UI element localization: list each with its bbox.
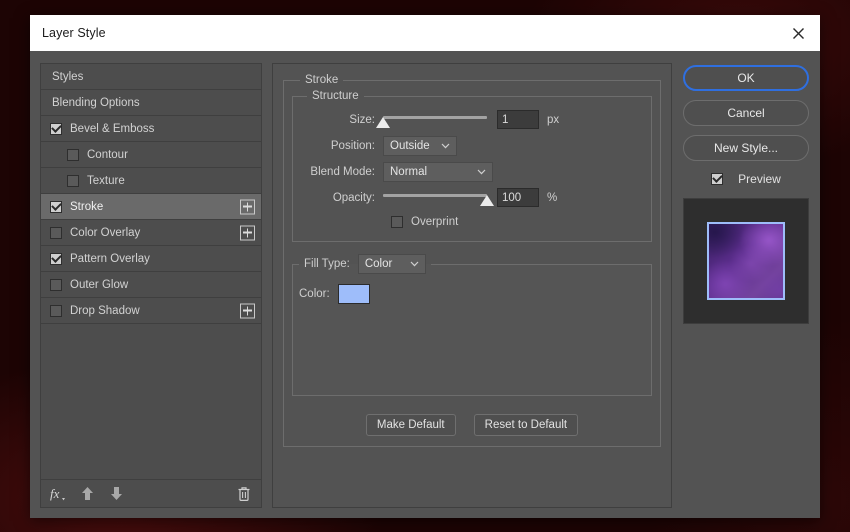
blend-mode-label: Blend Mode:: [299, 166, 383, 178]
style-row-label: Texture: [87, 175, 125, 187]
style-row-label: Bevel & Emboss: [70, 123, 154, 135]
structure-group-title: Structure: [307, 90, 364, 102]
styles-list[interactable]: Styles Blending Options Bevel & Emboss Cont…: [41, 64, 261, 479]
fill-type-dropdown[interactable]: Color: [358, 254, 426, 274]
stroke-group-title: Stroke: [300, 74, 343, 86]
preview-checkbox[interactable]: [711, 173, 723, 185]
style-row-label: Stroke: [70, 201, 103, 213]
color-label: Color:: [299, 288, 330, 300]
layer-style-dialog: Layer Style Styles Blending Options Bevel …: [30, 15, 820, 518]
style-row-pattern-overlay[interactable]: Pattern Overlay: [41, 246, 261, 272]
fill-type-value: Color: [365, 258, 392, 270]
style-checkbox[interactable]: [50, 253, 62, 265]
opacity-label: Opacity:: [299, 192, 383, 204]
cancel-button[interactable]: Cancel: [683, 100, 809, 126]
actions-panel: OK Cancel New Style... Preview: [682, 63, 810, 508]
style-checkbox[interactable]: [67, 149, 79, 161]
blend-mode-dropdown[interactable]: Normal: [383, 162, 493, 182]
overprint-label[interactable]: Overprint: [411, 216, 458, 228]
dialog-body: Styles Blending Options Bevel & Emboss Cont…: [30, 51, 820, 518]
opacity-slider[interactable]: [383, 189, 487, 207]
size-row: Size: px: [299, 108, 645, 131]
fill-type-legend: Fill Type: Color: [299, 254, 431, 274]
new-style-button[interactable]: New Style...: [683, 135, 809, 161]
opacity-slider-track: [383, 194, 487, 197]
fx-effects-icon[interactable]: fx: [49, 485, 67, 503]
make-default-button[interactable]: Make Default: [366, 414, 456, 436]
fill-type-group: Fill Type: Color: [292, 254, 652, 396]
style-row-blending-options[interactable]: Blending Options: [41, 90, 261, 116]
opacity-slider-thumb[interactable]: [480, 195, 494, 206]
add-effect-plus-icon[interactable]: [240, 199, 255, 214]
style-row-label: Styles: [52, 71, 83, 83]
svg-text:fx: fx: [50, 486, 60, 501]
style-row-label: Outer Glow: [70, 279, 128, 291]
options-panel: Stroke Structure Size: px: [272, 63, 672, 508]
style-row-stroke[interactable]: Stroke: [41, 194, 261, 220]
style-row-label: Pattern Overlay: [70, 253, 150, 265]
position-row: Position: Outside: [299, 134, 645, 157]
style-checkbox[interactable]: [50, 201, 62, 213]
dialog-title: Layer Style: [30, 26, 106, 40]
position-dropdown[interactable]: Outside: [383, 136, 457, 156]
ok-button[interactable]: OK: [683, 65, 809, 91]
style-row-color-overlay[interactable]: Color Overlay: [41, 220, 261, 246]
style-row-label: Color Overlay: [70, 227, 140, 239]
fill-type-label: Fill Type:: [304, 258, 350, 270]
style-row-label: Drop Shadow: [70, 305, 140, 317]
overprint-row: Overprint: [299, 212, 645, 232]
preview-thumbnail-art: [707, 222, 785, 300]
position-label: Position:: [299, 140, 383, 152]
style-checkbox[interactable]: [67, 175, 79, 187]
style-row-label: Contour: [87, 149, 128, 161]
blend-mode-row: Blend Mode: Normal: [299, 160, 645, 183]
size-slider[interactable]: [383, 111, 487, 129]
preview-thumbnail: [683, 198, 809, 324]
size-slider-track: [383, 116, 487, 119]
size-label: Size:: [299, 114, 383, 126]
preview-label[interactable]: Preview: [738, 172, 781, 186]
style-row-styles[interactable]: Styles: [41, 64, 261, 90]
chevron-down-icon: [400, 261, 419, 267]
structure-group: Structure Size: px: [292, 90, 652, 242]
preview-texture: [707, 222, 785, 300]
default-buttons-row: Make Default Reset to Default: [292, 414, 652, 436]
styles-panel: Styles Blending Options Bevel & Emboss Cont…: [40, 63, 262, 508]
reset-to-default-button[interactable]: Reset to Default: [474, 414, 578, 436]
size-input[interactable]: [497, 110, 539, 129]
style-checkbox[interactable]: [50, 279, 62, 291]
opacity-input[interactable]: [497, 188, 539, 207]
opacity-row: Opacity: %: [299, 186, 645, 209]
size-unit: px: [547, 114, 559, 126]
style-row-bevel-emboss[interactable]: Bevel & Emboss: [41, 116, 261, 142]
color-swatch[interactable]: [338, 284, 370, 304]
dialog-titlebar: Layer Style: [30, 15, 820, 51]
add-effect-plus-icon[interactable]: [240, 303, 255, 318]
size-slider-thumb[interactable]: [376, 117, 390, 128]
stroke-group: Stroke Structure Size: px: [283, 74, 661, 447]
style-row-label: Blending Options: [52, 97, 140, 109]
overprint-checkbox[interactable]: [391, 216, 403, 228]
chevron-down-icon: [431, 143, 450, 149]
opacity-unit: %: [547, 192, 557, 204]
style-row-outer-glow[interactable]: Outer Glow: [41, 272, 261, 298]
style-row-contour[interactable]: Contour: [41, 142, 261, 168]
style-row-texture[interactable]: Texture: [41, 168, 261, 194]
style-checkbox[interactable]: [50, 227, 62, 239]
preview-row: Preview: [711, 172, 781, 186]
style-checkbox[interactable]: [50, 123, 62, 135]
arrow-up-icon[interactable]: [78, 485, 96, 503]
blend-mode-value: Normal: [390, 166, 427, 178]
add-effect-plus-icon[interactable]: [240, 225, 255, 240]
position-value: Outside: [390, 140, 430, 152]
chevron-down-icon: [467, 169, 486, 175]
styles-footer-toolbar: fx: [41, 479, 261, 507]
color-row: Color:: [299, 284, 651, 304]
close-icon[interactable]: [776, 15, 820, 51]
arrow-down-icon[interactable]: [107, 485, 125, 503]
trash-can-icon[interactable]: [235, 485, 253, 503]
style-checkbox[interactable]: [50, 305, 62, 317]
style-row-drop-shadow[interactable]: Drop Shadow: [41, 298, 261, 324]
